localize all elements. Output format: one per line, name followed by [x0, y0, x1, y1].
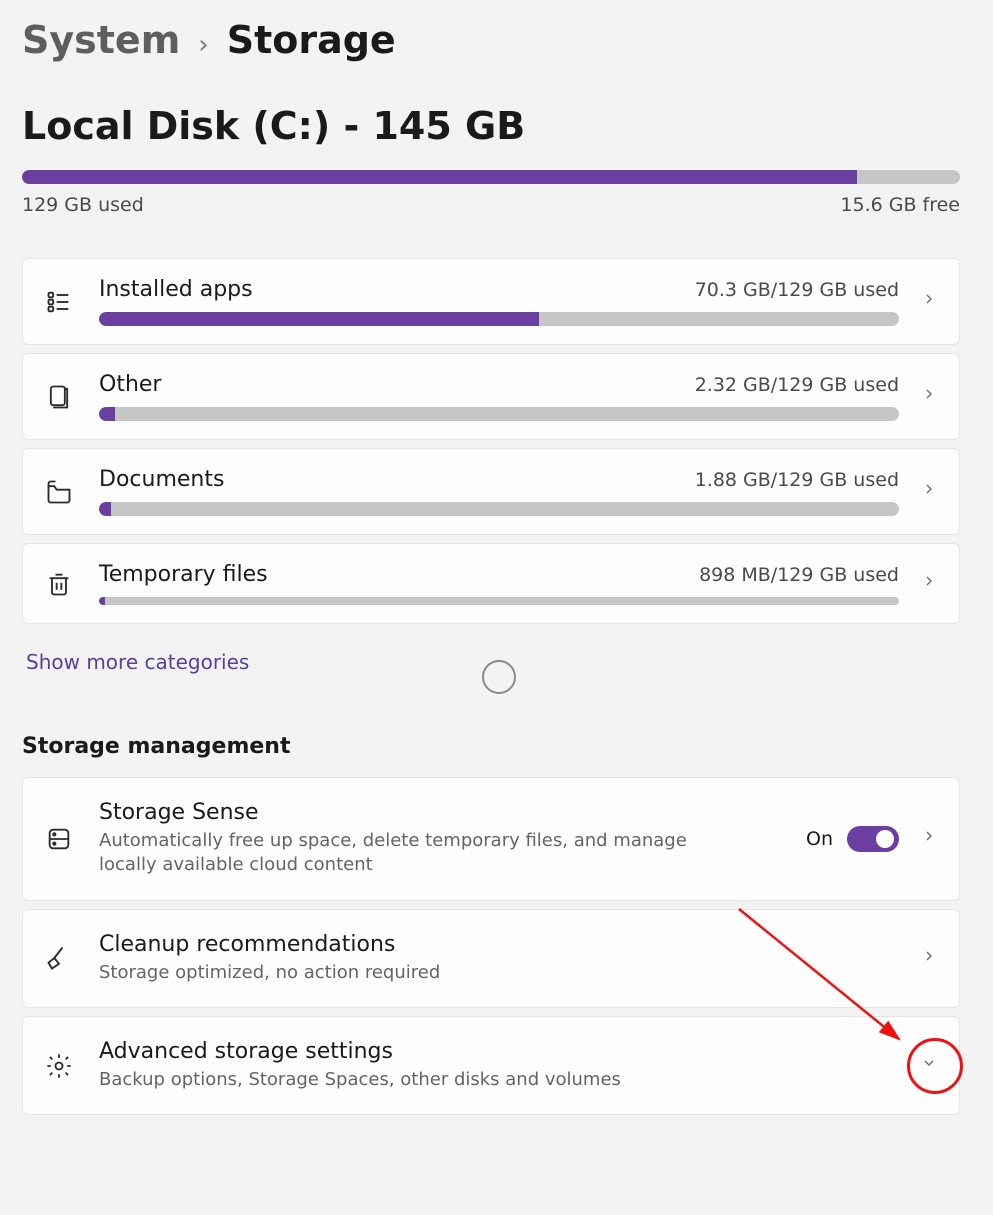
category-bar-fill: [99, 312, 539, 326]
category-usage: 70.3 GB/129 GB used: [695, 279, 899, 301]
category-other[interactable]: Other 2.32 GB/129 GB used: [22, 353, 960, 440]
category-temporary-files[interactable]: Temporary files 898 MB/129 GB used: [22, 543, 960, 624]
chevron-right-icon: [921, 828, 937, 849]
category-bar: [99, 407, 899, 421]
chevron-right-icon: [921, 948, 937, 969]
broom-icon: [41, 944, 77, 972]
category-title: Other: [99, 372, 161, 397]
category-documents[interactable]: Documents 1.88 GB/129 GB used: [22, 448, 960, 535]
category-title: Temporary files: [99, 562, 268, 587]
advanced-subtitle: Backup options, Storage Spaces, other di…: [99, 1068, 719, 1092]
category-usage: 898 MB/129 GB used: [699, 564, 899, 586]
chevron-down-icon[interactable]: [921, 1055, 937, 1076]
other-icon: [41, 383, 77, 411]
gear-icon: [41, 1052, 77, 1080]
breadcrumb-parent[interactable]: System: [22, 18, 180, 62]
storage-sense-toggle[interactable]: [847, 826, 899, 852]
storage-sense-title: Storage Sense: [99, 800, 784, 825]
category-bar-fill: [99, 502, 111, 516]
trash-icon: [41, 570, 77, 598]
category-bar: [99, 597, 899, 605]
section-heading-storage-management: Storage management: [22, 734, 975, 759]
breadcrumb-current: Storage: [227, 18, 396, 62]
cleanup-recommendations-row[interactable]: Cleanup recommendations Storage optimize…: [22, 909, 960, 1008]
category-title: Installed apps: [99, 277, 253, 302]
cleanup-title: Cleanup recommendations: [99, 932, 899, 957]
disk-usage-bar-fill: [22, 170, 857, 184]
storage-sense-row[interactable]: Storage Sense Automatically free up spac…: [22, 777, 960, 901]
loading-spinner-icon: [482, 660, 516, 694]
category-title: Documents: [99, 467, 224, 492]
disk-usage-bar: [22, 170, 960, 184]
disk-free-label: 15.6 GB free: [840, 194, 960, 216]
advanced-title: Advanced storage settings: [99, 1039, 899, 1064]
drive-icon: [41, 825, 77, 853]
breadcrumb: System › Storage: [22, 18, 975, 62]
disk-used-label: 129 GB used: [22, 194, 144, 216]
chevron-right-icon: [921, 573, 937, 594]
category-bar: [99, 312, 899, 326]
chevron-right-icon: [921, 481, 937, 502]
toggle-state-label: On: [806, 828, 833, 850]
disk-title: Local Disk (C:) - 145 GB: [22, 104, 975, 148]
chevron-right-icon: [921, 386, 937, 407]
cleanup-subtitle: Storage optimized, no action required: [99, 961, 719, 985]
show-more-categories-link[interactable]: Show more categories: [26, 650, 249, 674]
category-bar: [99, 502, 899, 516]
disk-stats: 129 GB used 15.6 GB free: [22, 194, 960, 216]
storage-sense-subtitle: Automatically free up space, delete temp…: [99, 829, 719, 878]
chevron-right-icon: [921, 291, 937, 312]
category-bar-fill: [99, 407, 115, 421]
category-bar-fill: [99, 597, 105, 605]
category-installed-apps[interactable]: Installed apps 70.3 GB/129 GB used: [22, 258, 960, 345]
category-usage: 1.88 GB/129 GB used: [695, 469, 899, 491]
category-usage: 2.32 GB/129 GB used: [695, 374, 899, 396]
advanced-storage-settings-row[interactable]: Advanced storage settings Backup options…: [22, 1016, 960, 1115]
apps-icon: [41, 288, 77, 316]
chevron-right-icon: ›: [198, 30, 208, 60]
documents-icon: [41, 478, 77, 506]
